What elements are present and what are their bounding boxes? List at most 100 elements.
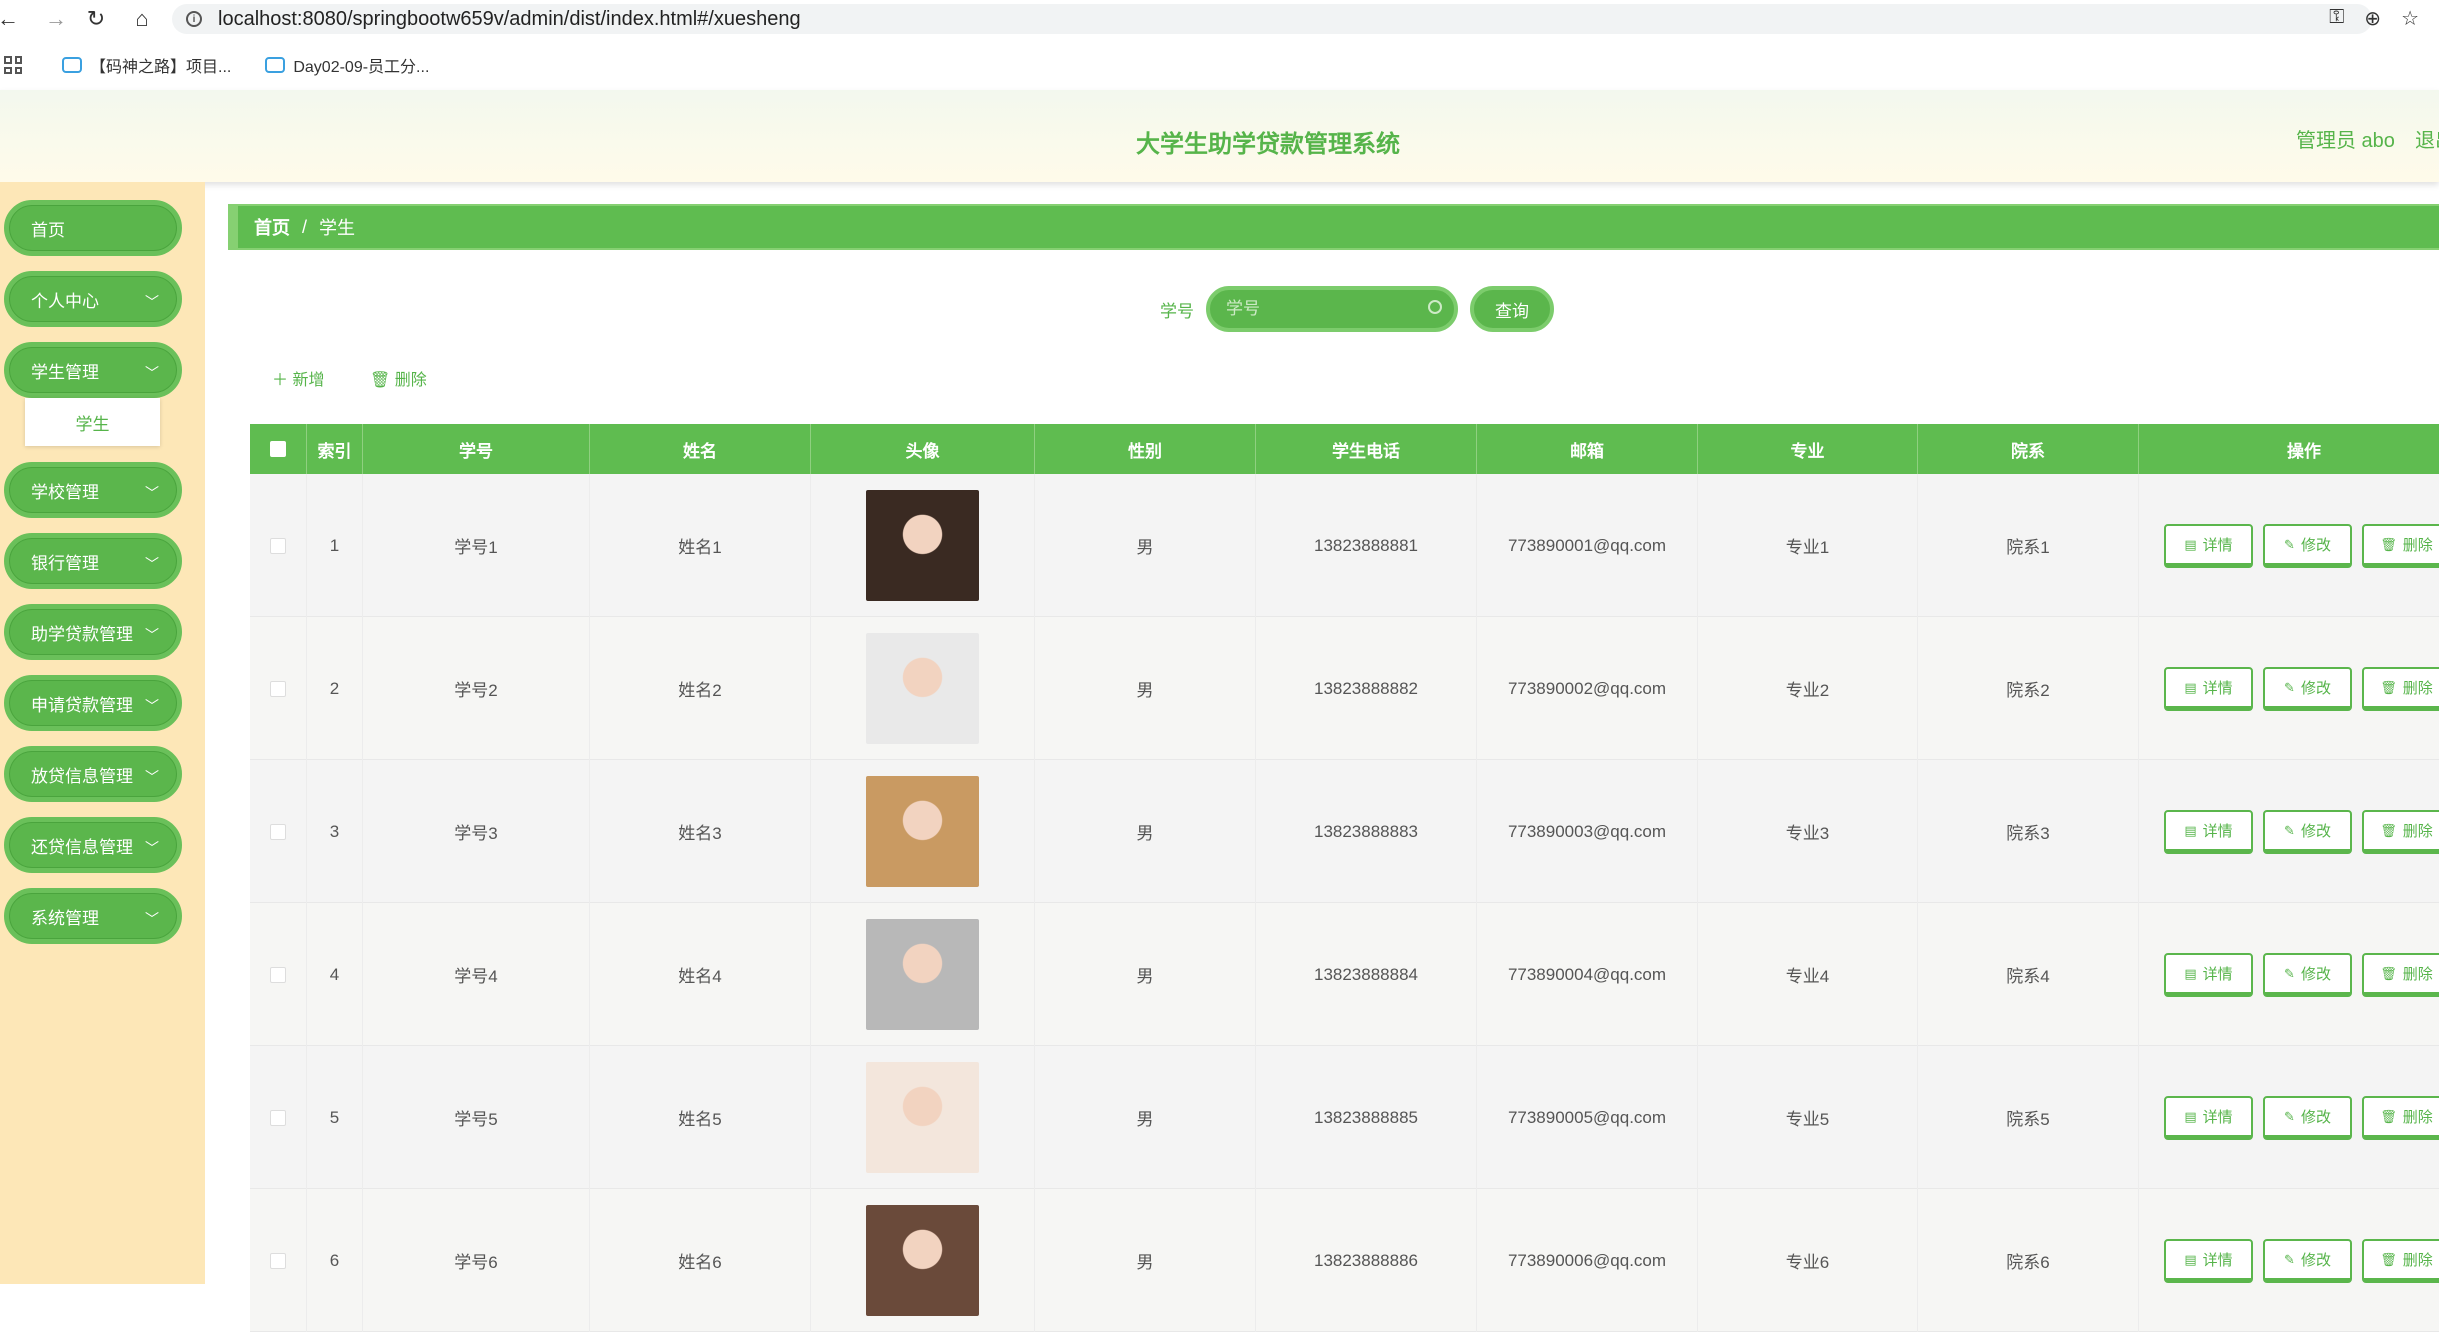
avatar[interactable]	[866, 1205, 979, 1316]
pencil-icon: ✎	[2284, 822, 2295, 838]
edit-button[interactable]: ✎ 修改	[2263, 810, 2352, 854]
select-all-cell	[250, 424, 307, 474]
col-name: 姓名	[590, 424, 811, 474]
bookmark-2[interactable]: Day02-09-员工分...	[265, 53, 429, 77]
row-delete-button[interactable]: 🗑 删除	[2362, 1239, 2439, 1283]
bookmark-1[interactable]: 【码神之路】项目...	[62, 53, 231, 77]
col-gender: 性别	[1035, 424, 1256, 474]
row-delete-button[interactable]: 🗑 删除	[2362, 524, 2439, 568]
query-button[interactable]: 查询	[1470, 286, 1554, 332]
detail-button[interactable]: ▤ 详情	[2164, 667, 2253, 711]
bookmark-1-label: 【码神之路】项目...	[90, 59, 232, 76]
password-key-icon[interactable]: ⚿	[2329, 6, 2344, 31]
reload-icon[interactable]: ↻	[74, 0, 118, 38]
forward-icon[interactable]: →	[34, 0, 78, 38]
detail-button[interactable]: ▤ 详情	[2164, 953, 2253, 997]
cell-phone: 13823888883	[1256, 760, 1477, 903]
table-body: 1 学号1 姓名1 男 13823888881 773890001@qq.com 专业1 院系…	[250, 474, 2439, 1332]
sidebar-item-label: 还贷信息管理	[31, 837, 133, 857]
cell-select	[250, 1046, 307, 1189]
cell-avatar	[811, 617, 1035, 760]
col-avatar: 头像	[811, 424, 1035, 474]
browser-toolbar: ← → ↻ ⌂ i localhost:8080/springbootw659v…	[0, 0, 2439, 38]
cell-avatar	[811, 474, 1035, 617]
avatar[interactable]	[866, 776, 979, 887]
cell-index: 5	[307, 1046, 363, 1189]
row-checkbox[interactable]	[270, 537, 286, 554]
back-icon[interactable]: ←	[0, 0, 19, 38]
sidebar-item-school-management[interactable]: 学校管理 ﹀	[4, 462, 182, 518]
cell-student-id: 学号4	[363, 903, 590, 1046]
search-field[interactable]	[1206, 286, 1458, 332]
edit-button[interactable]: ✎ 修改	[2263, 1096, 2352, 1140]
document-icon: ▤	[2184, 679, 2197, 695]
chevron-down-icon: ﹀	[145, 627, 159, 643]
edit-button[interactable]: ✎ 修改	[2263, 524, 2352, 568]
avatar[interactable]	[866, 490, 979, 601]
sidebar-item-student-management[interactable]: 学生管理 ﹀	[4, 342, 182, 398]
delete-button[interactable]: 🗑 删除	[370, 366, 427, 390]
sidebar-item-label: 学校管理	[31, 482, 99, 502]
avatar[interactable]	[866, 1062, 979, 1173]
add-button[interactable]: ＋ 新增	[272, 366, 324, 390]
col-student-id: 学号	[363, 424, 590, 474]
cell-name: 姓名2	[590, 617, 811, 760]
row-delete-button[interactable]: 🗑 删除	[2362, 667, 2439, 711]
pencil-icon: ✎	[2284, 536, 2295, 552]
col-email: 邮箱	[1477, 424, 1698, 474]
home-icon[interactable]: ⌂	[120, 0, 164, 38]
edit-button[interactable]: ✎ 修改	[2263, 1239, 2352, 1283]
submenu-item-student[interactable]: 学生	[25, 398, 160, 446]
avatar[interactable]	[866, 633, 979, 744]
detail-button[interactable]: ▤ 详情	[2164, 524, 2253, 568]
sidebar-item-apply-loan-management[interactable]: 申请贷款管理 ﹀	[4, 675, 182, 731]
cell-major: 专业4	[1698, 903, 1918, 1046]
row-delete-button[interactable]: 🗑 删除	[2362, 810, 2439, 854]
sidebar-item-bank-management[interactable]: 银行管理 ﹀	[4, 533, 182, 589]
chevron-down-icon: ﹀	[145, 294, 159, 310]
row-checkbox[interactable]	[270, 1109, 286, 1126]
logout-link[interactable]: 退出	[2415, 124, 2439, 153]
row-delete-button[interactable]: 🗑 删除	[2362, 1096, 2439, 1140]
document-icon: ▤	[2184, 1251, 2197, 1267]
cell-name: 姓名5	[590, 1046, 811, 1189]
breadcrumb-home[interactable]: 首页	[254, 214, 290, 240]
address-bar[interactable]: i localhost:8080/springbootw659v/admin/d…	[172, 4, 2372, 34]
detail-button[interactable]: ▤ 详情	[2164, 1096, 2253, 1140]
cell-phone: 13823888882	[1256, 617, 1477, 760]
cell-phone: 13823888881	[1256, 474, 1477, 617]
sidebar-item-disbursement-management[interactable]: 放贷信息管理 ﹀	[4, 746, 182, 802]
edit-button[interactable]: ✎ 修改	[2263, 953, 2352, 997]
sidebar-item-system-management[interactable]: 系统管理 ﹀	[4, 888, 182, 944]
sidebar-item-home[interactable]: 首页	[4, 200, 182, 256]
sidebar-item-repayment-management[interactable]: 还贷信息管理 ﹀	[4, 817, 182, 873]
row-delete-button[interactable]: 🗑 删除	[2362, 953, 2439, 997]
cell-select	[250, 760, 307, 903]
detail-button[interactable]: ▤ 详情	[2164, 810, 2253, 854]
col-department: 院系	[1918, 424, 2139, 474]
sidebar-item-personal-center[interactable]: 个人中心 ﹀	[4, 271, 182, 327]
row-checkbox[interactable]	[270, 823, 286, 840]
pencil-icon: ✎	[2284, 1108, 2295, 1124]
col-phone: 学生电话	[1256, 424, 1477, 474]
sidebar-item-label: 首页	[31, 220, 65, 240]
cell-email: 773890002@qq.com	[1477, 617, 1698, 760]
edit-button[interactable]: ✎ 修改	[2263, 667, 2352, 711]
cell-student-id: 学号3	[363, 760, 590, 903]
url-text[interactable]: localhost:8080/springbootw659v/admin/dis…	[218, 8, 801, 31]
search-input[interactable]	[1210, 290, 1410, 328]
apps-grid-icon[interactable]	[4, 56, 22, 74]
row-checkbox[interactable]	[270, 966, 286, 983]
select-all-checkbox[interactable]	[270, 441, 286, 457]
sidebar-item-loan-management[interactable]: 助学贷款管理 ﹀	[4, 604, 182, 660]
cell-student-id: 学号6	[363, 1189, 590, 1332]
detail-button[interactable]: ▤ 详情	[2164, 1239, 2253, 1283]
row-checkbox[interactable]	[270, 680, 286, 697]
cell-index: 3	[307, 760, 363, 903]
cell-department: 院系3	[1918, 760, 2139, 903]
zoom-icon[interactable]: ⊕	[2364, 6, 2381, 31]
bookmark-star-icon[interactable]: ☆	[2401, 6, 2419, 31]
row-checkbox[interactable]	[270, 1252, 286, 1269]
avatar[interactable]	[866, 919, 979, 1030]
site-info-icon[interactable]: i	[186, 11, 202, 27]
